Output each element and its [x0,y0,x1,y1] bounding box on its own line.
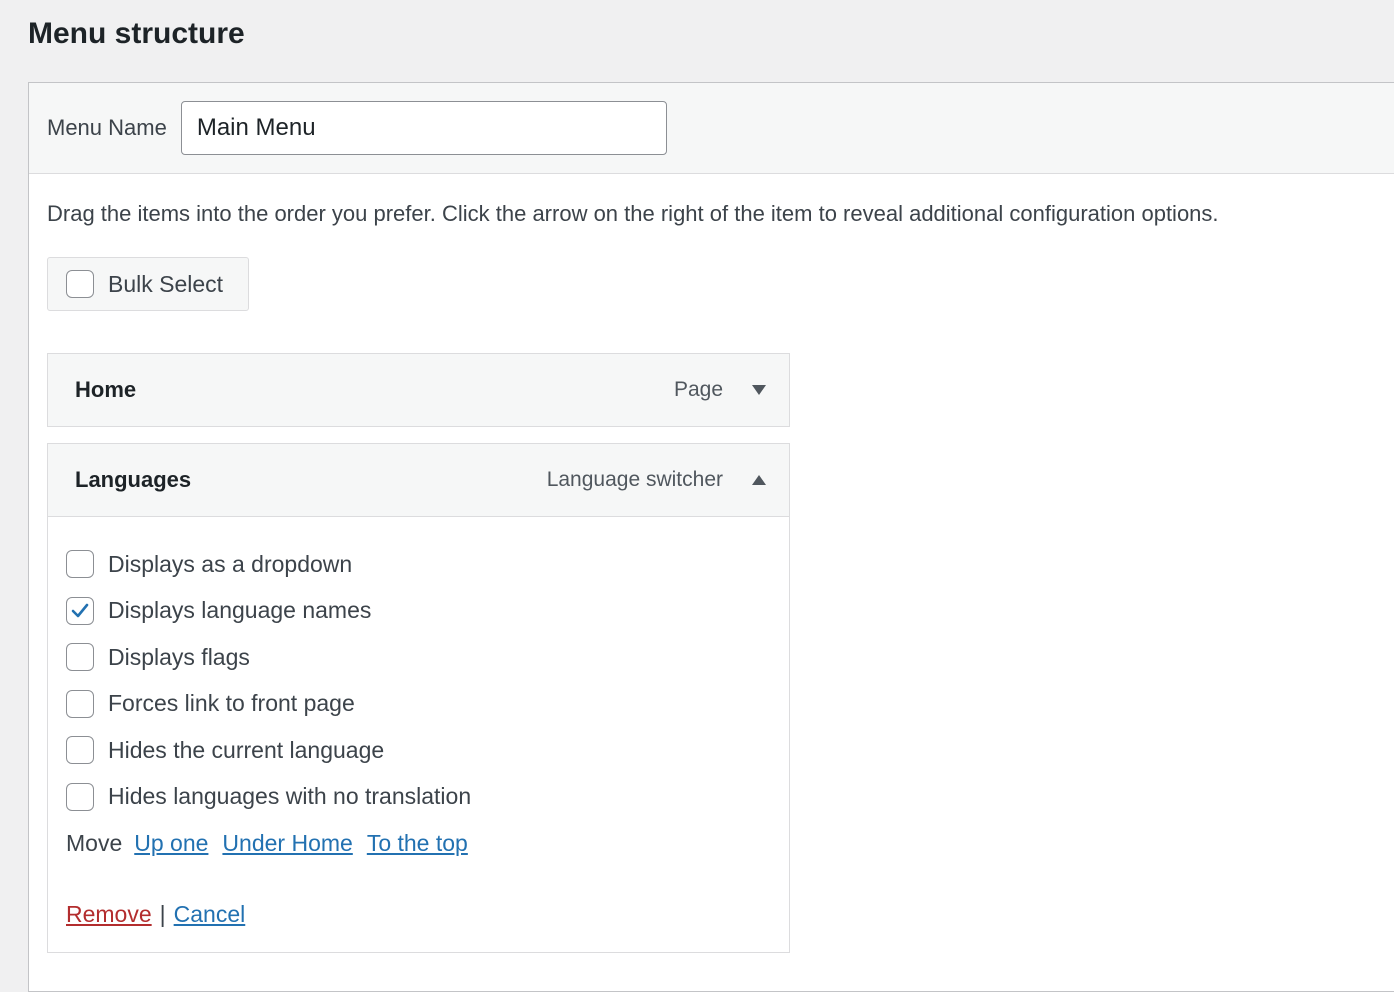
menu-item-title: Home [75,377,137,402]
menu-item-type: Language switcher [546,468,723,491]
menu-name-header: Menu Name [29,83,1394,174]
remove-link[interactable]: Remove [66,901,152,928]
menu-item-title: Languages [75,467,192,492]
option-dropdown[interactable]: Displays as a dropdown [66,541,771,588]
option-checkbox[interactable] [66,782,94,811]
option-hide-current[interactable]: Hides the current language [66,727,771,774]
option-checkbox[interactable] [66,689,94,718]
option-label: Forces link to front page [108,690,355,717]
menu-name-label: Menu Name [47,115,167,140]
menu-item-home[interactable]: Home Page [47,353,790,427]
bulk-select-checkbox[interactable] [66,270,94,298]
bulk-select-button[interactable]: Bulk Select [47,257,249,311]
menu-name-input[interactable] [180,101,667,155]
option-checkbox[interactable] [66,643,94,672]
menu-panel: Menu Name Drag the items into the order … [28,82,1394,992]
instructions-text: Drag the items into the order you prefer… [47,201,1219,226]
move-to-top-link[interactable]: To the top [367,830,468,857]
option-checkbox[interactable] [66,550,94,579]
option-label: Displays as a dropdown [108,550,353,577]
option-flags[interactable]: Displays flags [66,634,771,681]
option-label: Hides languages with no translation [108,783,472,810]
triangle-up-icon[interactable] [751,472,767,488]
option-label: Displays language names [108,597,372,624]
menu-item-bar[interactable]: Home Page [48,354,789,426]
move-label: Move [66,830,123,856]
move-row: Move Up one Under Home To the top [66,830,771,857]
menu-item-languages[interactable]: Languages Language switcher Displays as … [47,443,790,953]
action-separator: | [159,901,166,927]
menu-item-type: Page [673,378,723,401]
item-actions: Remove | Cancel [66,901,771,928]
bulk-select-label: Bulk Select [108,270,224,297]
option-language-names[interactable]: Displays language names [66,588,771,635]
page-title: Menu structure [28,17,245,50]
option-hide-untranslated[interactable]: Hides languages with no translation [66,774,771,821]
move-up-one-link[interactable]: Up one [134,830,208,857]
option-checkbox[interactable] [66,736,94,765]
option-checkbox[interactable] [66,596,94,625]
option-label: Displays flags [108,643,250,670]
menu-item-settings: Displays as a dropdown Displays language… [48,516,789,952]
option-force-front-page[interactable]: Forces link to front page [66,681,771,728]
cancel-link[interactable]: Cancel [174,901,246,928]
language-options: Displays as a dropdown Displays language… [66,541,771,820]
triangle-down-icon[interactable] [751,382,767,398]
menu-item-bar[interactable]: Languages Language switcher [48,444,789,516]
option-label: Hides the current language [108,736,385,763]
move-under-home-link[interactable]: Under Home [222,830,352,857]
